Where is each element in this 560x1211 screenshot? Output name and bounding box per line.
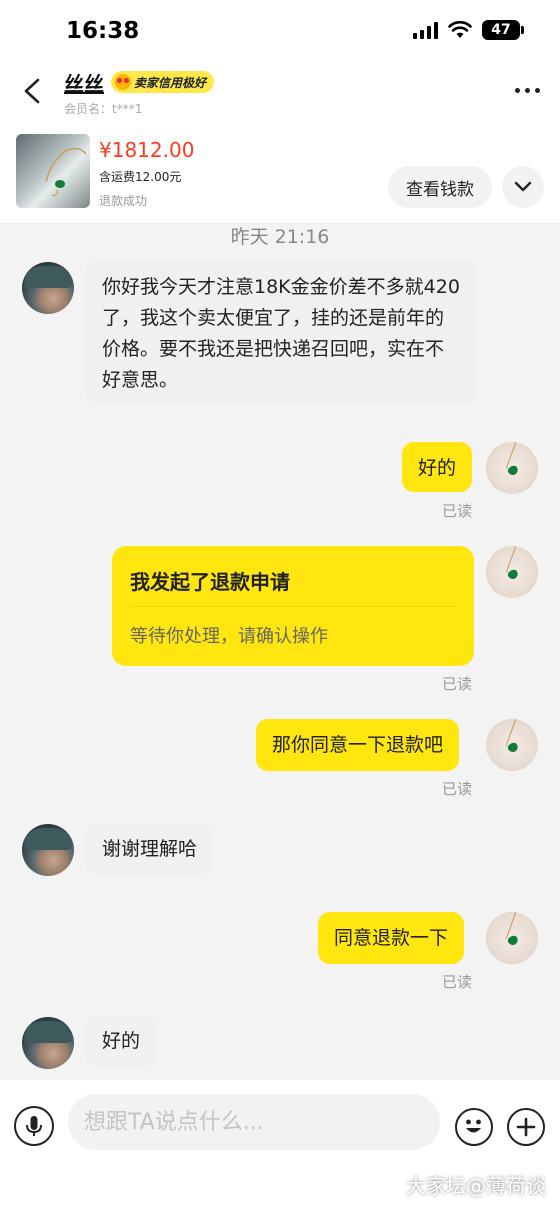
expand-button[interactable] bbox=[502, 166, 544, 208]
more-dots-icon[interactable] bbox=[515, 88, 540, 93]
credit-badge: 卖家信用极好 bbox=[111, 71, 215, 93]
message-input[interactable] bbox=[68, 1094, 440, 1150]
refund-request-card[interactable]: 我发起了退款申请 等待你处理，请确认操作 bbox=[112, 546, 474, 666]
product-thumbnail[interactable] bbox=[16, 134, 90, 208]
microphone-button[interactable] bbox=[14, 1106, 54, 1146]
message-bubble: 谢谢理解哈 bbox=[86, 823, 214, 875]
avatar[interactable] bbox=[22, 262, 74, 314]
battery-icon: 47 bbox=[482, 20, 524, 40]
message-bubble: 好的 bbox=[86, 1015, 157, 1067]
avatar[interactable] bbox=[486, 912, 538, 964]
read-status: 已读 bbox=[442, 675, 473, 693]
wifi-icon bbox=[448, 21, 472, 38]
chat-timestamp: 昨天 21:16 bbox=[230, 226, 330, 248]
chevron-down-icon bbox=[514, 181, 532, 192]
view-payment-button[interactable]: 查看钱款 bbox=[388, 166, 492, 208]
avatar[interactable] bbox=[486, 719, 538, 771]
status-icons: 47 bbox=[413, 20, 524, 40]
signal-icon bbox=[413, 21, 438, 39]
credit-badge-label: 卖家信用极好 bbox=[134, 75, 207, 90]
microphone-icon bbox=[26, 1116, 42, 1136]
plus-button[interactable] bbox=[507, 1108, 545, 1146]
avatar[interactable] bbox=[486, 442, 538, 494]
emoji-button[interactable] bbox=[455, 1108, 493, 1146]
refund-status: 退款成功 bbox=[99, 194, 148, 208]
chevron-left-icon[interactable] bbox=[18, 76, 48, 106]
message-bubble: 同意退款一下 bbox=[318, 912, 465, 964]
divider bbox=[130, 606, 456, 607]
product-bar: ¥1812.00 含运费12.00元 退款成功 查看钱款 bbox=[0, 124, 560, 224]
message-bubble: 好的 bbox=[402, 442, 473, 492]
plus-icon bbox=[516, 1117, 536, 1137]
read-status: 已读 bbox=[442, 502, 473, 520]
watermark: 大家坛@薄荷谈 bbox=[406, 1174, 546, 1198]
read-status: 已读 bbox=[442, 780, 473, 798]
avatar[interactable] bbox=[22, 824, 74, 876]
message-bubble: 那你同意一下退款吧 bbox=[256, 719, 460, 771]
heart-eyes-emoji-icon bbox=[115, 74, 131, 90]
read-status: 已读 bbox=[442, 973, 473, 991]
status-bar: 16:38 47 bbox=[0, 0, 560, 62]
product-price: ¥1812.00 bbox=[99, 138, 195, 162]
contact-name[interactable]: 丝丝 bbox=[64, 68, 104, 97]
refund-card-subtitle: 等待你处理，请确认操作 bbox=[130, 626, 328, 647]
refund-card-title: 我发起了退款申请 bbox=[130, 570, 290, 594]
avatar[interactable] bbox=[486, 546, 538, 598]
shipping-fee: 含运费12.00元 bbox=[99, 170, 182, 184]
status-time: 16:38 bbox=[66, 18, 140, 44]
chat-header: 丝丝 卖家信用极好 会员名：t***1 bbox=[0, 62, 560, 124]
member-name: 会员名：t***1 bbox=[64, 102, 143, 116]
message-bubble: 你好我今天才注意18K金金价差不多就420了，我这个卖太便宜了，挂的还是前年的价… bbox=[86, 260, 478, 404]
smiley-icon bbox=[466, 1119, 481, 1133]
avatar[interactable] bbox=[22, 1017, 74, 1069]
